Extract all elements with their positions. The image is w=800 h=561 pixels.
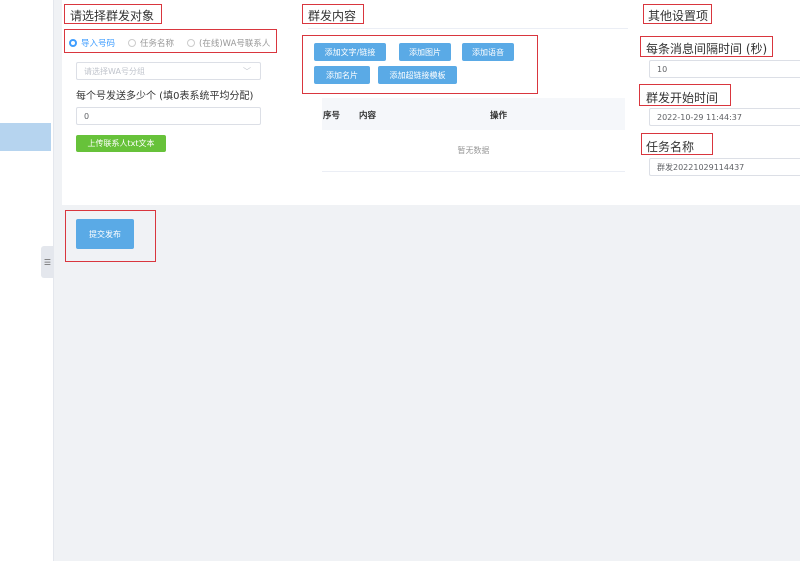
start-time-input[interactable]: 2022-10-29 11:44:37 ◷ xyxy=(649,108,800,126)
radio-online-contacts[interactable]: (在线)WA号联系人 xyxy=(187,37,270,49)
start-time-label: 群发开始时间 xyxy=(646,91,719,105)
target-radio-group: 导入号码 任务名称 (在线)WA号联系人 xyxy=(69,37,283,49)
th-actions: 操作 xyxy=(490,111,508,121)
th-index: 序号 xyxy=(323,111,341,121)
per-account-input[interactable]: 0 xyxy=(76,107,261,125)
interval-value: 10 xyxy=(657,64,668,74)
sidebar: ☰ xyxy=(0,0,54,561)
radio-dot-icon xyxy=(69,39,77,47)
add-card-button[interactable]: 添加名片 xyxy=(314,66,370,84)
task-name-value: 群发20221029114437 xyxy=(657,162,745,172)
per-account-value: 0 xyxy=(84,111,90,121)
add-voice-button[interactable]: 添加语音 xyxy=(462,43,514,61)
select-placeholder: 请选择WA号分组 xyxy=(84,66,145,76)
content-heading: 群发内容 xyxy=(308,9,357,23)
chevron-down-icon: ﹀ xyxy=(243,67,251,76)
radio-import-numbers[interactable]: 导入号码 xyxy=(69,37,115,49)
task-name-label: 任务名称 xyxy=(646,140,695,154)
divider xyxy=(308,28,628,29)
start-time-value: 2022-10-29 11:44:37 xyxy=(657,112,742,122)
th-content: 内容 xyxy=(359,111,377,121)
task-name-input[interactable]: 群发20221029114437 xyxy=(649,158,800,176)
target-heading: 请选择群发对象 xyxy=(70,9,155,23)
radio-task-name[interactable]: 任务名称 xyxy=(128,37,174,49)
interval-label: 每条消息间隔时间 (秒) xyxy=(646,42,768,56)
radio-dot-icon xyxy=(187,39,196,47)
add-hyperlink-template-button[interactable]: 添加超链接模板 xyxy=(378,66,457,84)
content-table-header: 序号 内容 操作 xyxy=(322,98,625,130)
table-empty-text: 暂无数据 xyxy=(322,130,625,172)
main-content: 请选择群发对象 导入号码 任务名称 (在线)WA号联系人 请选择WA号分组 ﹀ … xyxy=(54,0,800,561)
wa-group-select[interactable]: 请选择WA号分组 ﹀ xyxy=(76,62,261,80)
form-card: 请选择群发对象 导入号码 任务名称 (在线)WA号联系人 请选择WA号分组 ﹀ … xyxy=(62,0,800,205)
interval-input[interactable]: 10 xyxy=(649,60,800,78)
add-image-button[interactable]: 添加图片 xyxy=(399,43,451,61)
upload-contacts-button[interactable]: 上传联系人txt文本 xyxy=(76,135,166,152)
sidebar-active-item[interactable] xyxy=(0,123,51,151)
settings-heading: 其他设置项 xyxy=(648,9,709,23)
collapse-icon[interactable]: ☰ xyxy=(41,246,54,278)
per-account-label: 每个号发送多少个 (填0表系统平均分配) xyxy=(76,91,254,102)
radio-dot-icon xyxy=(128,39,137,47)
add-text-link-button[interactable]: 添加文字/链接 xyxy=(314,43,386,61)
submit-button[interactable]: 提交发布 xyxy=(76,219,134,249)
